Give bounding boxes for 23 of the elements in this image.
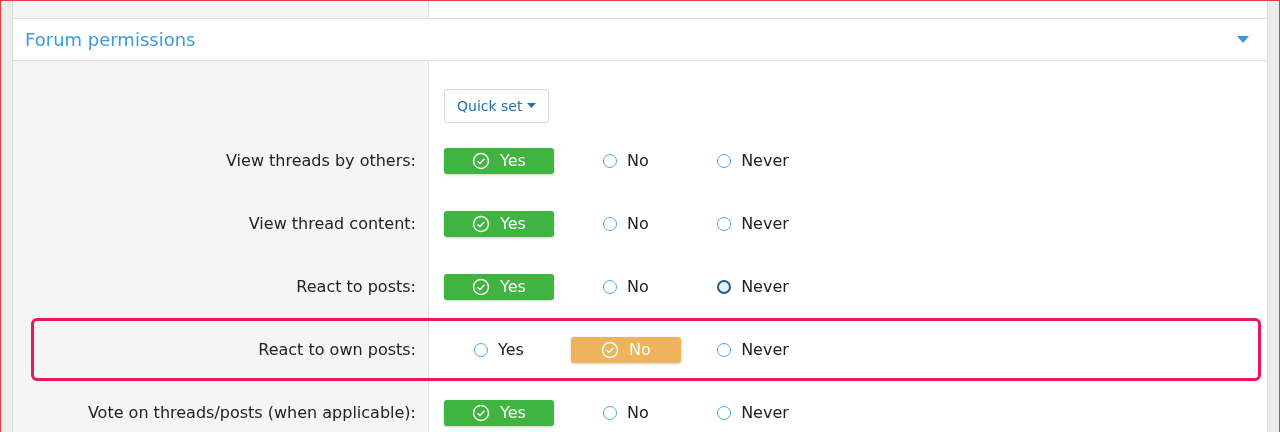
radio-option[interactable]: Never bbox=[698, 151, 808, 170]
permission-label: React to own posts: bbox=[258, 340, 416, 359]
radio-option[interactable]: Yes bbox=[444, 340, 554, 359]
quick-set-button[interactable]: Quick set bbox=[444, 89, 550, 123]
caret-icon bbox=[527, 103, 537, 109]
check-circle-icon bbox=[601, 340, 620, 359]
check-circle-icon bbox=[472, 151, 491, 170]
check-circle-icon bbox=[472, 214, 491, 233]
radio-option[interactable]: No bbox=[571, 151, 681, 170]
permission-label: View threads by others: bbox=[226, 151, 416, 170]
radio-option[interactable]: Never bbox=[698, 277, 808, 296]
check-circle-icon bbox=[472, 403, 491, 422]
caret-icon[interactable] bbox=[1237, 35, 1249, 44]
permission-label: React to posts: bbox=[296, 277, 416, 296]
radio-option[interactable]: No bbox=[571, 214, 681, 233]
radio-option[interactable]: No bbox=[571, 277, 681, 296]
permission-label: Vote on threads/posts (when applicable): bbox=[87, 403, 416, 422]
permission-label: View thread content: bbox=[248, 214, 416, 233]
radio-option[interactable]: Never bbox=[698, 214, 808, 233]
check-circle-icon bbox=[472, 277, 491, 296]
radio-option[interactable]: No bbox=[571, 403, 681, 422]
radio-option[interactable]: Never bbox=[698, 340, 808, 359]
radio-option[interactable]: Never bbox=[698, 403, 808, 422]
